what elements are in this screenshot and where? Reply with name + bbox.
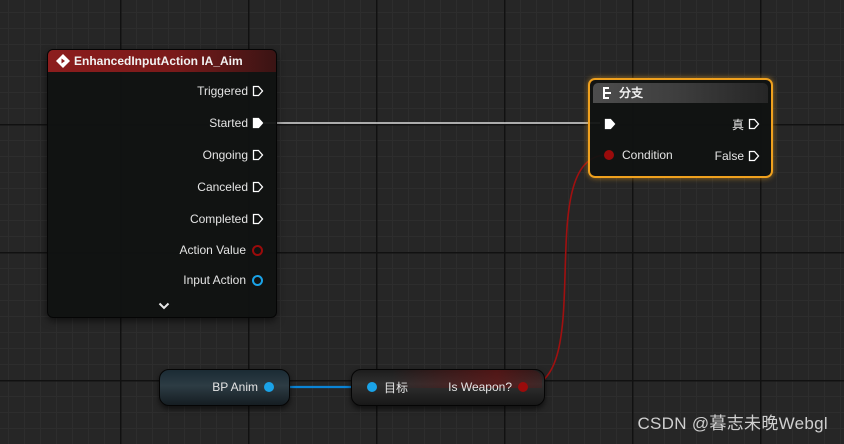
branch-icon [603, 87, 611, 99]
pin-canceled[interactable]: Canceled [197, 177, 264, 197]
exec-pin-icon[interactable] [252, 213, 264, 225]
bool-pin-icon[interactable] [604, 150, 614, 160]
object-pin-icon[interactable] [264, 382, 274, 392]
pin-started[interactable]: Started [209, 113, 264, 133]
object-pin-icon[interactable] [367, 382, 377, 392]
enhanced-input-action-node[interactable]: EnhancedInputAction IA_Aim Triggered Sta… [47, 49, 277, 318]
exec-pin-icon[interactable] [604, 118, 616, 130]
exec-pin-icon[interactable] [252, 149, 264, 161]
pin-true[interactable]: 真 [732, 114, 760, 134]
node-title: EnhancedInputAction IA_Aim [74, 54, 243, 68]
pin-label: Completed [189, 212, 248, 226]
pin-action-value[interactable]: Action Value [179, 240, 263, 260]
event-diamond-icon [56, 54, 70, 68]
pin-condition[interactable]: Condition [604, 145, 673, 165]
node-header[interactable]: EnhancedInputAction IA_Aim [48, 50, 276, 72]
pin-label: False [714, 149, 744, 163]
exec-pin-icon[interactable] [252, 117, 264, 129]
bool-pin-icon[interactable] [252, 244, 263, 256]
node-title: 分支 [619, 86, 644, 100]
bool-wire[interactable] [523, 154, 608, 388]
pin-label: Input Action [183, 273, 246, 287]
pin-target[interactable]: 目标 [367, 377, 408, 397]
pin-label: BP Anim [212, 380, 258, 394]
pin-label: Condition [622, 148, 673, 162]
pin-triggered[interactable]: Triggered [197, 81, 264, 101]
pin-completed[interactable]: Completed [190, 209, 264, 229]
pin-ongoing[interactable]: Ongoing [203, 145, 264, 165]
pin-false[interactable]: False [715, 146, 760, 166]
exec-pin-icon[interactable] [252, 85, 264, 97]
pin-label: 目标 [384, 380, 409, 395]
pin-label: Is Weapon? [448, 380, 512, 394]
exec-pin-icon[interactable] [252, 181, 264, 193]
pin-label: Action Value [179, 243, 247, 257]
exec-pin-icon[interactable] [748, 150, 760, 162]
branch-node[interactable]: 分支 Condition 真 False [588, 78, 773, 178]
pin-exec-in[interactable] [604, 114, 616, 134]
pin-bp-anim[interactable]: BP Anim [212, 377, 274, 397]
chevron-down-icon[interactable] [158, 302, 170, 310]
pin-label: Triggered [197, 84, 248, 98]
bp-anim-variable-node[interactable]: BP Anim [159, 369, 290, 406]
exec-pin-icon[interactable] [748, 118, 760, 130]
object-pin-icon[interactable] [252, 274, 263, 286]
is-weapon-function-node[interactable]: 目标 Is Weapon? [351, 369, 545, 406]
watermark: CSDN @暮志未晚Webgl [637, 414, 828, 433]
bool-pin-icon[interactable] [518, 382, 528, 392]
pin-label: Canceled [197, 180, 248, 194]
pin-label: Ongoing [202, 148, 248, 162]
pin-is-weapon[interactable]: Is Weapon? [448, 377, 528, 397]
node-header[interactable]: 分支 [593, 83, 768, 103]
pin-label: Started [209, 116, 248, 130]
pin-label: 真 [731, 117, 744, 132]
pin-input-action[interactable]: Input Action [183, 270, 263, 290]
